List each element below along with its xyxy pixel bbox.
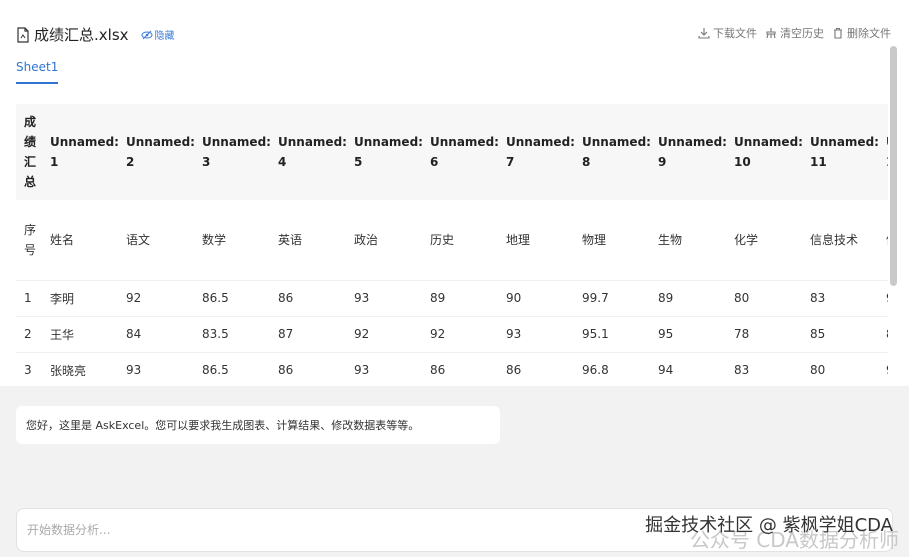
column-header: Unnamed: 5 [348,104,424,200]
table-cell: 政治 [348,200,424,281]
broom-icon [766,28,776,39]
table-cell: 83 [728,352,804,386]
table-row: 序号 姓名 语文 数学 英语 政治 历史 地理 物理 生物 化学 信息技术 体育 [16,200,888,281]
assistant-message: 您好，这里是 AskExcel。您可以要求我生成图表、计算结果、修改数据表等等。 [16,406,500,444]
table-cell: 83.5 [196,316,272,353]
column-header: Unnamed: 12 [880,104,888,200]
column-header: Unnamed: 1 [44,104,120,200]
table-cell: 3 [16,352,44,386]
table-cell: 86.5 [196,280,272,317]
table-cell: 体育 [880,200,888,281]
table-cell: 78 [728,316,804,353]
table-cell: 95.1 [576,316,652,353]
askexcel-page: 成绩汇总.xlsx 隐藏 下载文件 清空历史 删除文件 Sheet1 成绩汇总 … [0,0,909,557]
file-icon [17,26,29,43]
table-cell: 1 [16,280,44,317]
table-cell: 93 [500,316,576,353]
table-cell: 92 [120,280,196,317]
sheet-tabs: Sheet1 [16,60,59,90]
table-cell: 8 [880,316,888,353]
table-cell: 李明 [44,280,120,317]
table-cell: 生物 [652,200,728,281]
column-header: 成绩汇总 [16,104,44,200]
column-header: Unnamed: 9 [652,104,728,200]
table-cell: 93 [348,352,424,386]
table-cell: 90 [500,280,576,317]
header-row: 成绩汇总 Unnamed: 1 Unnamed: 2 Unnamed: 3 Un… [16,104,888,200]
table-cell: 英语 [272,200,348,281]
watermark: 掘金技术社区 @ 紫枫学姐CDA [645,515,893,536]
file-title: 成绩汇总.xlsx 隐藏 [16,24,175,45]
delete-file-label: 删除文件 [847,27,891,40]
table-cell: 历史 [424,200,500,281]
table-cell: 序号 [16,200,44,281]
column-header: Unnamed: 8 [576,104,652,200]
column-header: Unnamed: 6 [424,104,500,200]
table-cell: 92 [348,316,424,353]
hide-label: 隐藏 [154,31,175,42]
table-cell: 86 [272,352,348,386]
column-header: Unnamed: 3 [196,104,272,200]
table-cell: 86 [424,352,500,386]
column-header: Unnamed: 4 [272,104,348,200]
table-cell: 99.7 [576,280,652,317]
file-actions: 下载文件 清空历史 删除文件 [698,25,891,41]
column-header: Unnamed: 2 [120,104,196,200]
table-cell: 9 [880,280,888,317]
table-row: 3 张晓亮 93 86.5 86 93 86 86 96.8 94 83 80 … [16,352,888,386]
column-header: Unnamed: 10 [728,104,804,200]
table-cell: 地理 [500,200,576,281]
download-file-label: 下载文件 [713,27,757,40]
trash-icon [834,27,842,39]
table-cell: 83 [804,280,880,317]
table-cell: 92 [424,316,500,353]
table-cell: 信息技术 [804,200,880,281]
clear-history-label: 清空历史 [780,27,824,40]
table-row: 1 李明 92 86.5 86 93 89 90 99.7 89 80 83 9 [16,280,888,317]
table-cell: 数学 [196,200,272,281]
table-cell: 张晓亮 [44,352,120,386]
download-icon [698,28,710,39]
table-cell: 化学 [728,200,804,281]
table-row: 2 王华 84 83.5 87 92 92 93 95.1 95 78 85 8 [16,316,888,353]
tab-sheet1[interactable]: Sheet1 [16,60,59,84]
table-cell: 80 [804,352,880,386]
file-name: 成绩汇总.xlsx [34,26,129,44]
file-header: 成绩汇总.xlsx 隐藏 下载文件 清空历史 删除文件 [0,0,909,60]
table-cell: 姓名 [44,200,120,281]
table-cell: 86 [500,352,576,386]
column-header: Unnamed: 7 [500,104,576,200]
table-cell: 王华 [44,316,120,353]
table-cell: 89 [424,280,500,317]
table-cell: 80 [728,280,804,317]
table-cell: 89 [652,280,728,317]
table-cell: 86 [272,280,348,317]
table-cell: 95 [652,316,728,353]
sheet-table-container[interactable]: 成绩汇总 Unnamed: 1 Unnamed: 2 Unnamed: 3 Un… [16,104,888,386]
table-cell: 93 [348,280,424,317]
table-cell: 93 [120,352,196,386]
table-cell: 84 [120,316,196,353]
table-cell: 85 [804,316,880,353]
clear-history-button[interactable]: 清空历史 [765,25,824,41]
column-header: Unnamed: 11 [804,104,880,200]
table-cell: 2 [16,316,44,353]
sheet-table: 成绩汇总 Unnamed: 1 Unnamed: 2 Unnamed: 3 Un… [16,104,888,386]
vertical-scrollbar[interactable] [890,46,897,286]
hide-button[interactable]: 隐藏 [141,27,175,42]
table-cell: 语文 [120,200,196,281]
eye-off-icon [141,30,153,39]
delete-file-button[interactable]: 删除文件 [832,25,891,41]
table-cell: 87 [272,316,348,353]
download-file-button[interactable]: 下载文件 [698,25,757,41]
table-cell: 86.5 [196,352,272,386]
table-cell: 9 [880,352,888,386]
table-cell: 94 [652,352,728,386]
table-cell: 物理 [576,200,652,281]
table-cell: 96.8 [576,352,652,386]
